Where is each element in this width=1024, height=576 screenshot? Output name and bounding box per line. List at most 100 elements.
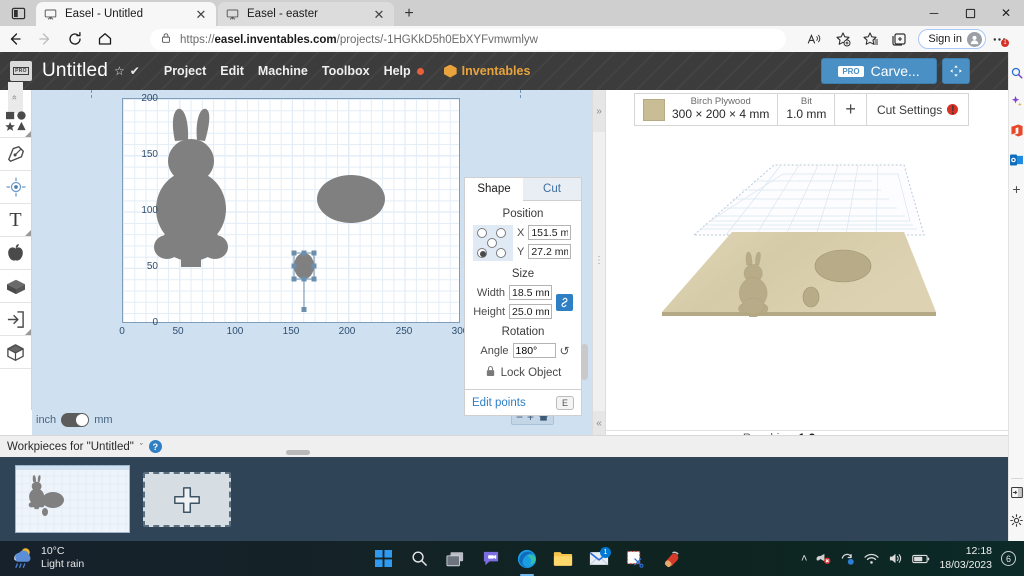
ccleaner-button[interactable]: [658, 546, 684, 572]
width-input[interactable]: [509, 285, 552, 300]
large-ellipse-shape[interactable]: [317, 175, 385, 223]
menu-edit[interactable]: Edit: [220, 64, 244, 78]
reset-rotation-button[interactable]: ↺: [560, 344, 570, 358]
tab-cut[interactable]: Cut: [523, 178, 581, 201]
3d-tool[interactable]: [0, 336, 31, 369]
favorites-button[interactable]: [858, 27, 884, 51]
file-explorer-button[interactable]: [550, 546, 576, 572]
browser-tab-1[interactable]: Easel - easter ✕: [218, 2, 394, 26]
sign-in-button[interactable]: Sign in: [918, 29, 986, 49]
tab-close-button[interactable]: ✕: [193, 6, 209, 22]
tab-close-button[interactable]: ✕: [371, 6, 387, 22]
browser-tab-0[interactable]: Easel - Untitled ✕: [36, 2, 216, 26]
lock-aspect-ratio-button[interactable]: [556, 294, 573, 311]
panel-scrollbar[interactable]: [581, 344, 588, 380]
browser-settings-button[interactable]: 1: [988, 27, 1010, 51]
edit-points-row[interactable]: Edit points E: [465, 389, 581, 415]
address-bar[interactable]: https://easel.inventables.com/projects/-…: [150, 29, 786, 50]
panel-resize-grip[interactable]: [286, 450, 310, 455]
anchor-top-right[interactable]: [496, 228, 506, 238]
inventables-link[interactable]: Inventables: [444, 64, 531, 78]
menu-machine[interactable]: Machine: [258, 64, 308, 78]
text-tool[interactable]: T: [0, 204, 31, 237]
sidebar-search-button[interactable]: [1009, 58, 1024, 87]
minimize-button[interactable]: ─: [916, 0, 952, 26]
add-workpiece-button[interactable]: [143, 472, 231, 527]
antivirus-icon[interactable]: [816, 552, 831, 565]
sidebar-settings-button[interactable]: [1009, 506, 1024, 535]
snip-button[interactable]: [622, 546, 648, 572]
canvas-grid[interactable]: [122, 98, 460, 323]
wifi-icon[interactable]: [864, 553, 879, 565]
divider-grip[interactable]: ⋮: [594, 255, 604, 266]
edge-button[interactable]: [514, 546, 540, 572]
sidebar-office-button[interactable]: [1009, 116, 1024, 145]
collections-button[interactable]: [886, 27, 912, 51]
bunny-shape[interactable]: [154, 109, 228, 267]
3d-preview-panel[interactable]: Birch Plywood 300 × 200 × 4 mm Bit 1.0 m…: [606, 90, 1008, 435]
weather-widget[interactable]: 10°C Light rain: [8, 545, 84, 570]
anchor-bottom-left[interactable]: [477, 248, 487, 258]
sidebar-copilot-button[interactable]: [1009, 87, 1024, 116]
center-point-tool[interactable]: [0, 171, 31, 204]
cut-settings-button[interactable]: Cut Settings !: [867, 94, 968, 125]
unit-switch[interactable]: [61, 413, 89, 427]
shapes-tool[interactable]: [0, 105, 31, 138]
forward-button[interactable]: [30, 26, 60, 52]
favorite-star-icon[interactable]: ☆: [114, 64, 125, 78]
anchor-bottom-right[interactable]: [496, 248, 506, 258]
new-tab-button[interactable]: +: [398, 4, 420, 24]
y-input[interactable]: [528, 244, 571, 259]
workpiece-thumbnail[interactable]: [15, 465, 130, 533]
add-favorite-button[interactable]: [830, 27, 856, 51]
menu-project[interactable]: Project: [164, 64, 206, 78]
home-button[interactable]: [90, 26, 120, 52]
small-ellipse-shape[interactable]: [294, 253, 314, 279]
tab-shape[interactable]: Shape: [465, 178, 523, 201]
x-input[interactable]: [528, 225, 571, 240]
collapse-preview-button[interactable]: »: [593, 90, 605, 132]
anchor-center[interactable]: [487, 238, 497, 248]
anchor-point-selector[interactable]: [473, 225, 513, 261]
sync-icon[interactable]: [840, 552, 855, 566]
expand-panel-button[interactable]: «: [593, 411, 605, 435]
mail-button[interactable]: 1: [586, 546, 612, 572]
pen-tool[interactable]: [0, 138, 31, 171]
menu-help[interactable]: Help: [384, 64, 411, 78]
panel-divider[interactable]: » ⋮ «: [592, 90, 606, 435]
import-tool[interactable]: [0, 303, 31, 336]
carve-button[interactable]: PRO Carve...: [821, 58, 937, 84]
start-button[interactable]: [370, 546, 396, 572]
3d-scene[interactable]: [606, 130, 1008, 430]
tray-expand-button[interactable]: ˄: [801, 553, 807, 565]
angle-input[interactable]: [513, 343, 556, 358]
sidebar-outlook-button[interactable]: [1009, 145, 1024, 174]
clock[interactable]: 12:18 18/03/2023: [939, 545, 992, 571]
fullscreen-button[interactable]: [942, 58, 970, 84]
add-bit-button[interactable]: +: [835, 94, 867, 125]
battery-icon[interactable]: [912, 553, 930, 565]
edit-points-link[interactable]: Edit points: [472, 397, 526, 409]
unit-toggle[interactable]: inch mm: [36, 413, 113, 427]
back-button[interactable]: [0, 26, 30, 52]
box-tool[interactable]: [0, 270, 31, 303]
task-view-button[interactable]: [442, 546, 468, 572]
anchor-top-left[interactable]: [477, 228, 487, 238]
lock-object-row[interactable]: Lock Object: [465, 365, 581, 380]
maximize-button[interactable]: [952, 0, 988, 26]
teams-button[interactable]: [478, 546, 504, 572]
notification-badge[interactable]: 6: [1001, 551, 1016, 566]
read-aloud-button[interactable]: [802, 27, 828, 51]
apps-tool[interactable]: [0, 237, 31, 270]
bit-selector[interactable]: Bit 1.0 mm: [778, 94, 835, 125]
help-icon[interactable]: ?: [149, 440, 162, 453]
tab-sidebar-toggle-button[interactable]: [4, 3, 32, 24]
sidebar-add-button[interactable]: +: [1009, 174, 1024, 203]
material-selector[interactable]: Birch Plywood 300 × 200 × 4 mm: [635, 94, 778, 125]
menu-toolbox[interactable]: Toolbox: [322, 64, 370, 78]
height-input[interactable]: [509, 304, 552, 319]
reload-button[interactable]: [60, 26, 90, 52]
chevron-down-icon[interactable]: ˇ: [140, 442, 143, 452]
search-button[interactable]: [406, 546, 432, 572]
volume-icon[interactable]: [888, 552, 903, 565]
